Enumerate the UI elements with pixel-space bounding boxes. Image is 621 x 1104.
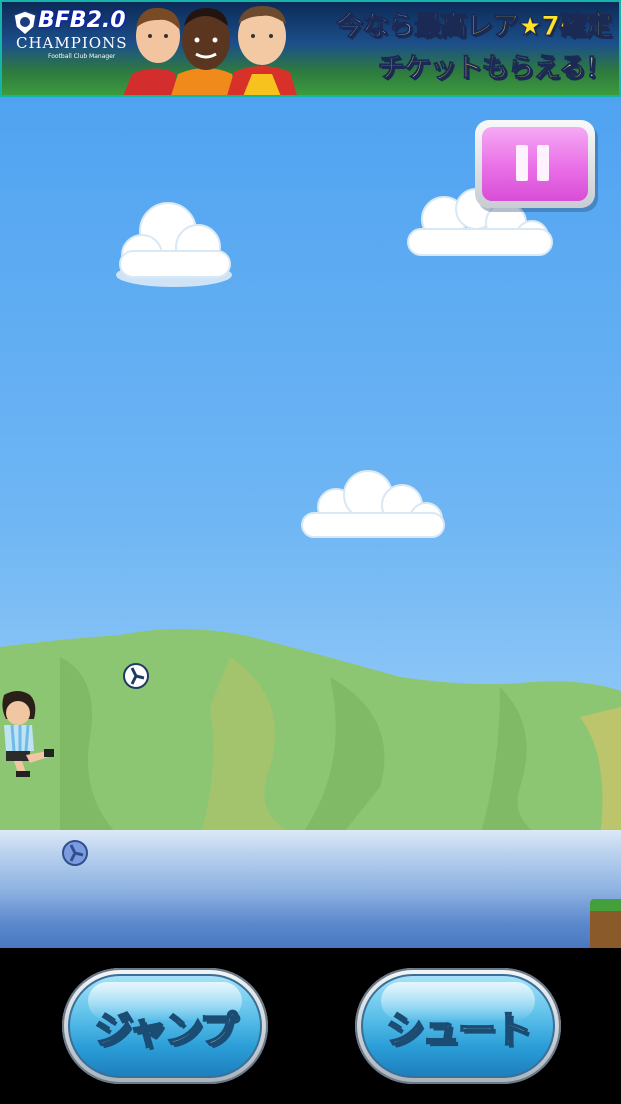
banner-tagline: 今なら最高レア★7確定 チケットもらえる！: [296, 6, 613, 90]
pause-icon: [482, 127, 588, 201]
logo-small-text: Football Club Manager: [48, 53, 116, 60]
tagline-rare: 最高レア★7確定: [414, 11, 613, 43]
ad-banner[interactable]: BFB2.0 CHAMPIONS Football Club Manager 今…: [0, 0, 621, 97]
player-character: [2, 691, 54, 777]
soccer-ball-icon: [123, 663, 149, 689]
shoot-button[interactable]: シュート: [355, 968, 561, 1084]
shield-icon: [13, 10, 37, 36]
tagline-receive: もらえる！: [481, 53, 612, 85]
jump-label: ジャンプ: [94, 1007, 239, 1053]
ground-floor: [0, 830, 621, 948]
grass-block-obstacle: [590, 899, 621, 948]
cloud: [301, 470, 445, 538]
banner-players-art: [122, 2, 312, 95]
jump-button[interactable]: ジャンプ: [62, 968, 268, 1084]
pause-button[interactable]: [475, 120, 595, 208]
soccer-ball-icon: [62, 840, 88, 866]
logo-title: BFB2.0: [38, 8, 126, 33]
cloud: [116, 202, 232, 287]
shoot-label: シュート: [385, 1007, 533, 1053]
game-scene: [0, 97, 621, 948]
logo-subtitle: CHAMPIONS: [16, 34, 128, 52]
control-panel: ジャンプ シュート: [0, 948, 621, 1104]
tagline-ticket: チケット: [377, 53, 483, 85]
banner-logo: BFB2.0 CHAMPIONS Football Club Manager: [10, 8, 130, 63]
tagline-now: 今なら: [336, 11, 416, 43]
hills: [0, 628, 621, 837]
